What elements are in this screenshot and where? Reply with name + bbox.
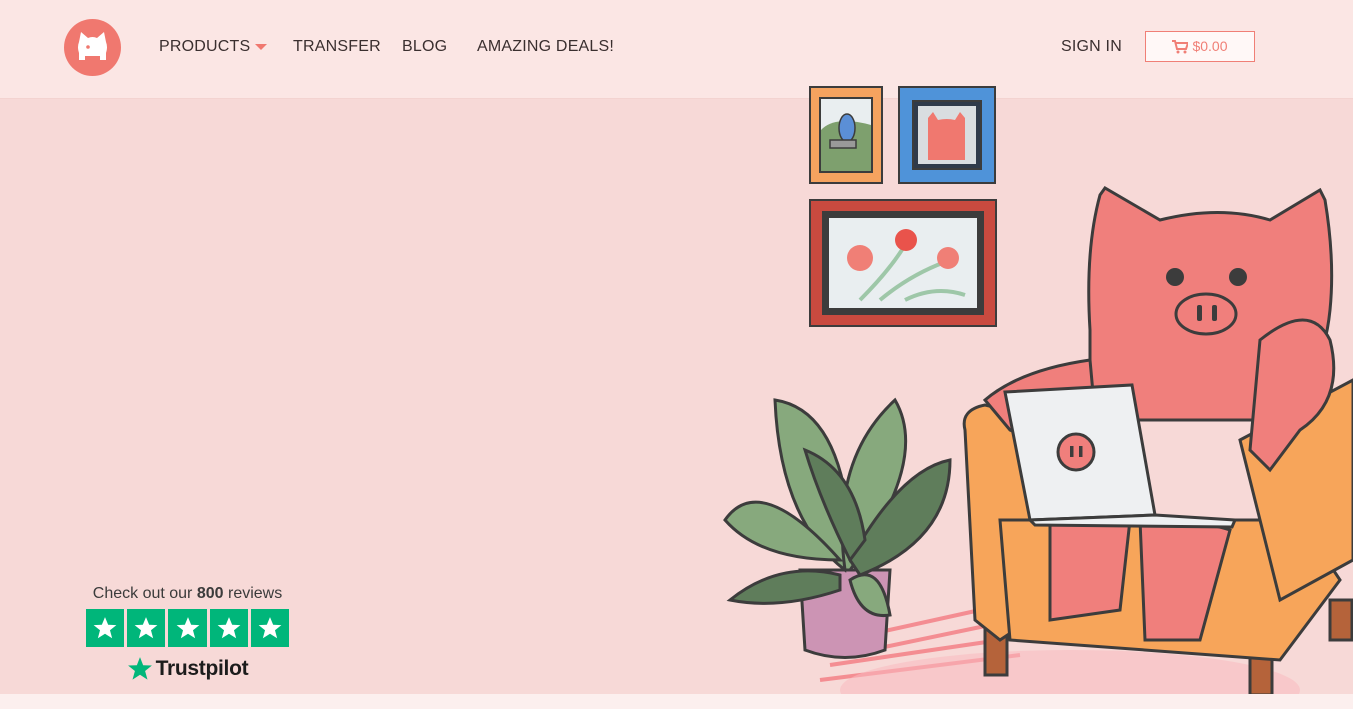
nav-products[interactable]: PRODUCTS	[159, 38, 268, 56]
picture-frame-flowers	[809, 199, 997, 327]
star-icon	[250, 609, 290, 647]
nav-amazing-deals[interactable]: AMAZING DEALS!	[477, 38, 614, 56]
hero-illustration	[723, 86, 1353, 709]
potted-plant	[723, 397, 952, 659]
star-icon	[168, 609, 207, 647]
picture-frame-bird	[809, 86, 883, 184]
chevron-down-icon	[255, 43, 268, 50]
trustpilot-widget[interactable]: Check out our 800 reviews Trustpilot	[86, 585, 290, 682]
trustpilot-logo: Trustpilot	[86, 656, 289, 682]
rating-stars	[86, 609, 290, 647]
piggy-logo-icon[interactable]	[64, 19, 121, 76]
cart-button[interactable]: $0.00	[1145, 31, 1255, 62]
trustpilot-star-icon	[127, 657, 152, 680]
reviews-suffix: reviews	[227, 585, 283, 602]
trustpilot-brand-name: Trustpilot	[155, 657, 249, 680]
reviews-prefix: Check out our	[92, 585, 193, 602]
cart-total: $0.00	[1192, 38, 1228, 54]
star-icon	[86, 609, 125, 647]
reviews-caption: Check out our 800 reviews	[86, 585, 289, 603]
picture-frame-pig	[898, 86, 996, 184]
cart-icon	[1172, 40, 1190, 54]
reviews-count: 800	[196, 585, 224, 602]
star-icon	[209, 609, 248, 647]
nav-products-label: PRODUCTS	[159, 38, 251, 55]
sign-in-link[interactable]: SIGN IN	[1061, 38, 1122, 56]
nav-blog[interactable]: BLOG	[402, 38, 447, 56]
star-icon	[127, 609, 166, 647]
bottom-strip	[0, 694, 1353, 709]
nav-transfer[interactable]: TRANSFER	[293, 38, 381, 56]
